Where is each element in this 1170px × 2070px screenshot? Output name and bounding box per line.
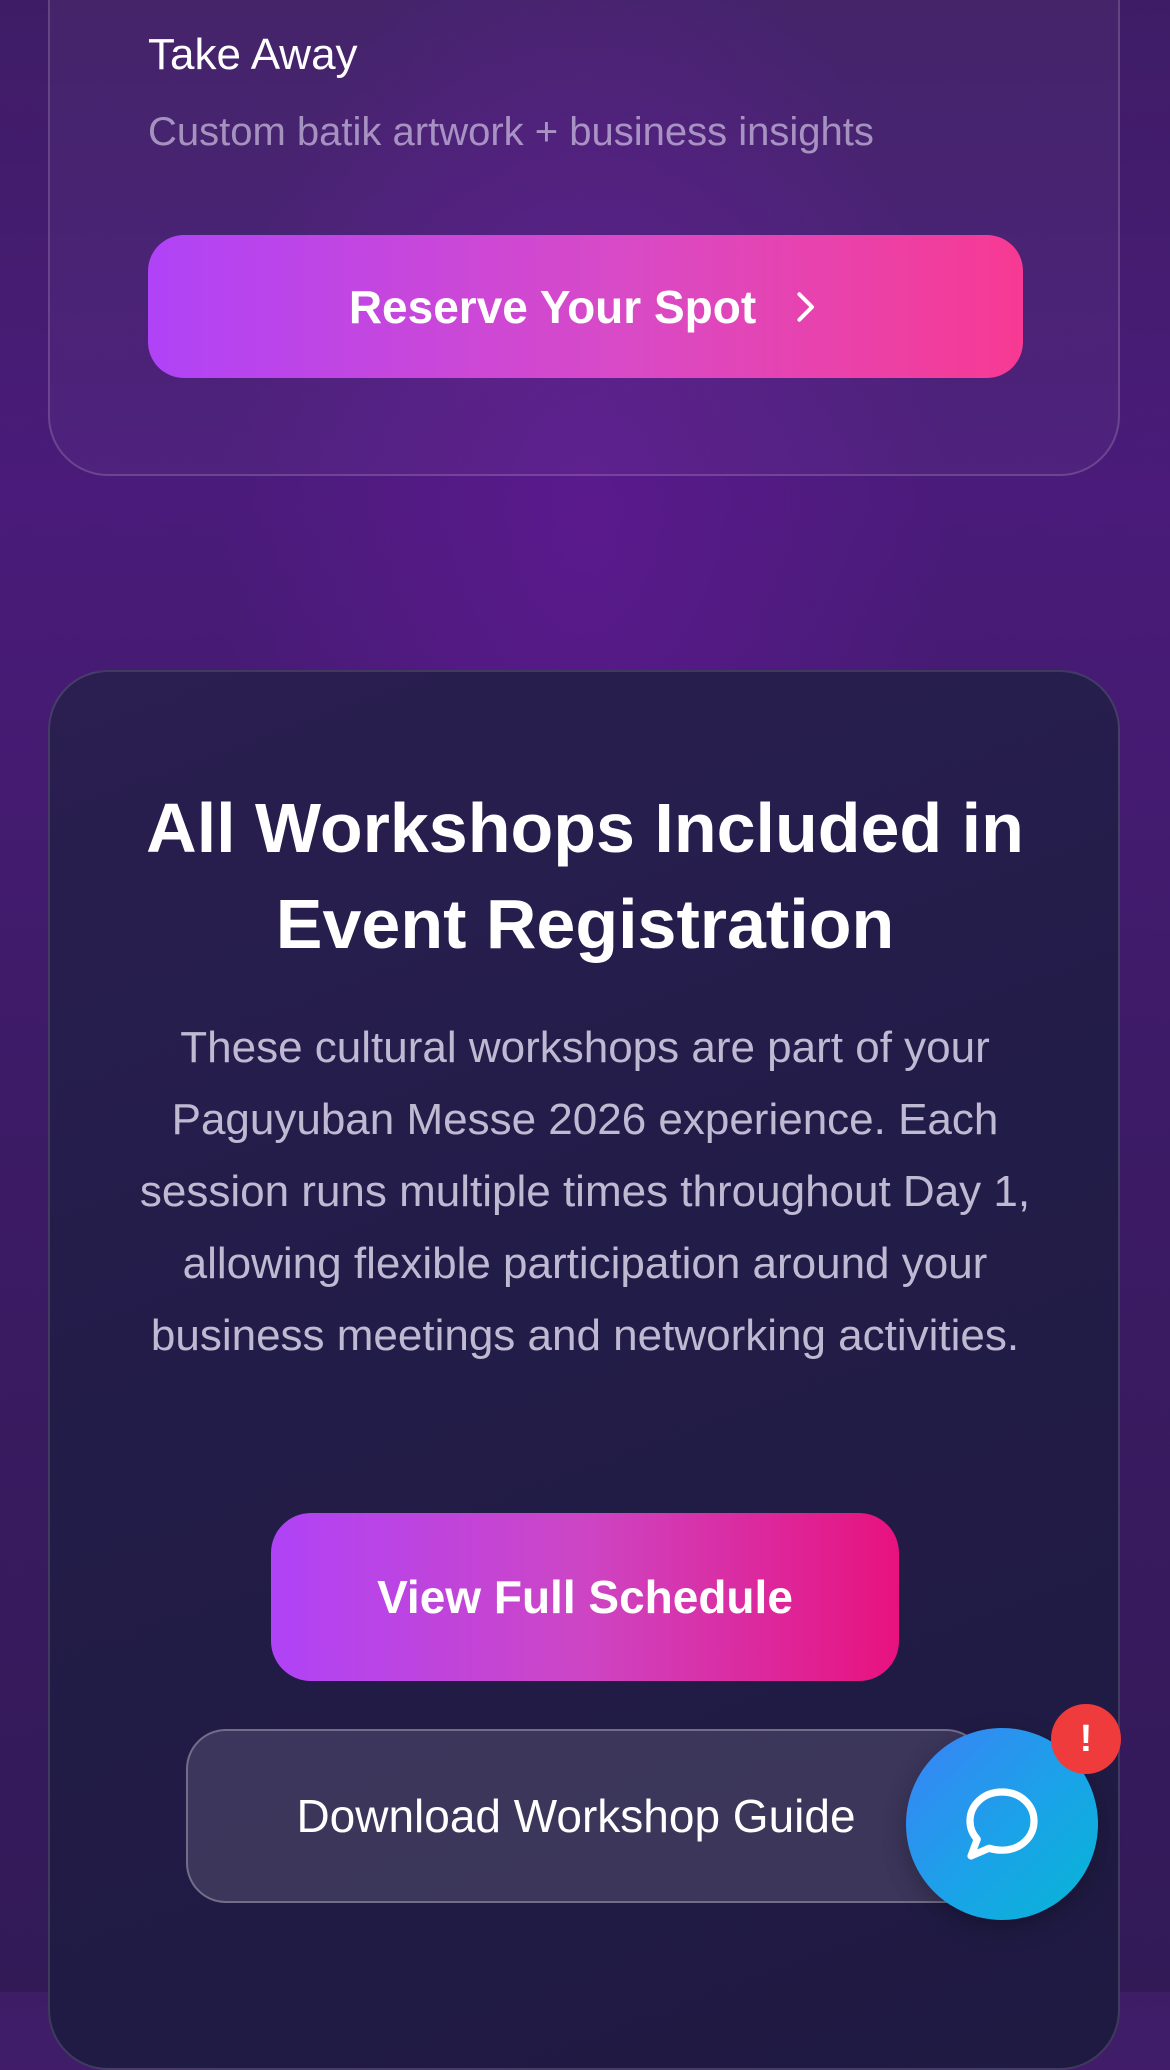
download-guide-label: Download Workshop Guide bbox=[296, 1790, 856, 1842]
chat-bubble-icon bbox=[966, 1788, 1038, 1860]
view-schedule-button[interactable]: View Full Schedule bbox=[271, 1513, 899, 1681]
notification-badge: ! bbox=[1051, 1704, 1121, 1774]
registration-description: These cultural workshops are part of you… bbox=[139, 1023, 1031, 1360]
view-schedule-label: View Full Schedule bbox=[377, 1571, 793, 1623]
takeaway-title: Take Away bbox=[148, 30, 358, 79]
takeaway-text: Custom batik artwork + business insights bbox=[148, 110, 874, 154]
chevron-right-icon bbox=[797, 291, 815, 322]
reserve-spot-label: Reserve Your Spot bbox=[348, 280, 757, 333]
reserve-spot-button[interactable]: Reserve Your Spot bbox=[148, 235, 1023, 378]
registration-headline: All Workshops Included in Event Registra… bbox=[146, 789, 1024, 963]
download-guide-button[interactable]: Download Workshop Guide bbox=[186, 1729, 986, 1903]
